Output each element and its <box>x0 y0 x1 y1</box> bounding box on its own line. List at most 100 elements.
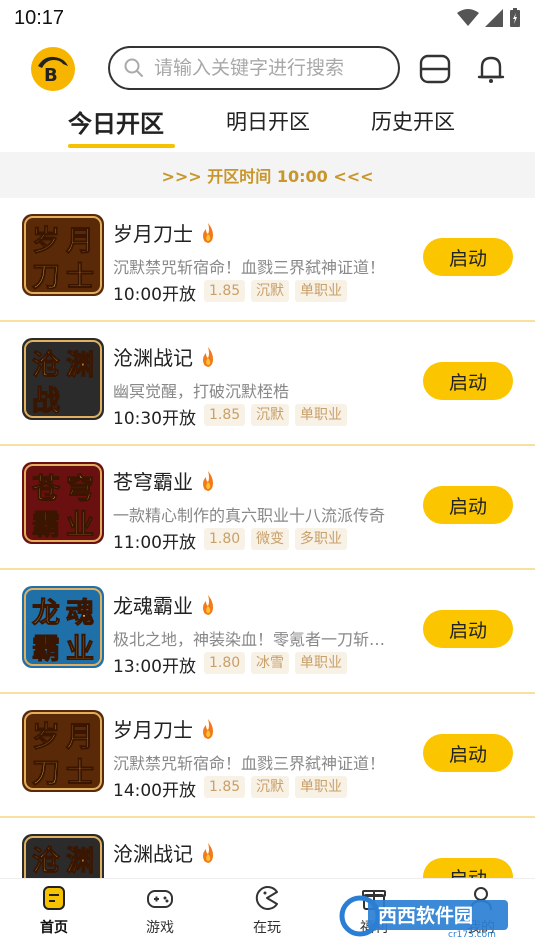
game-icon[interactable]: 岁月刀士 <box>22 214 104 296</box>
game-row[interactable]: 岁月刀士岁月刀士 沉默禁咒斩宿命！血戮三界弑神证道！ 14:00开放 1.85 沉默 单职… <box>0 694 535 818</box>
svg-text:业: 业 <box>66 508 94 541</box>
svg-text:苍: 苍 <box>31 472 61 505</box>
game-name[interactable]: 岁月刀士 <box>113 714 217 743</box>
game-row[interactable]: 苍穹霸业苍穹霸业 一款精心制作的真六职业十八流派传奇 11:00开放 1.80 微变 多职… <box>0 446 535 570</box>
pacman-icon <box>255 886 278 910</box>
nav-home-label: 首页 <box>40 920 68 936</box>
fire-icon <box>203 718 213 739</box>
fire-icon <box>203 594 213 615</box>
game-name-text: 岁月刀士 <box>113 222 193 246</box>
svg-text:霸: 霸 <box>32 508 60 541</box>
game-tag: 1.85 <box>204 776 246 798</box>
game-row[interactable]: 沧渊战沧渊战记幽冥觉醒，打破沉默桎梏14:30开放1.85沉默单职业启动 <box>0 818 535 878</box>
nav-games-label: 游戏 <box>146 920 174 936</box>
wifi-icon <box>457 9 479 26</box>
game-icon[interactable]: 苍穹霸业 <box>22 462 104 544</box>
status-time: 10:17 <box>14 6 65 29</box>
home-icon <box>43 886 65 910</box>
game-row[interactable]: 岁月刀士岁月刀士 沉默禁咒斩宿命！血戮三界弑神证道！ 10:00开放 1.85 沉默 单职… <box>0 198 535 322</box>
bell-icon[interactable] <box>474 52 508 86</box>
status-bar: 10:17 <box>0 0 535 36</box>
svg-text:B: B <box>44 65 58 86</box>
svg-text:刀: 刀 <box>32 756 60 789</box>
open-time-banner: >>> 开区时间 10:00 <<< <box>0 152 535 198</box>
watermark-sub: cr173.com <box>448 930 496 940</box>
start-game-button[interactable]: 启动 <box>423 486 513 524</box>
signal-icon <box>485 9 503 27</box>
svg-text:士: 士 <box>66 756 94 789</box>
watermark-logo: 西西软件园 cr173.com <box>339 895 508 940</box>
svg-text:战: 战 <box>32 384 60 417</box>
svg-text:刀: 刀 <box>32 260 60 293</box>
svg-text:月: 月 <box>65 720 94 753</box>
header: B <box>0 36 535 100</box>
game-description: 沉默禁咒斩宿命！血戮三界弑神证道！ <box>113 258 386 277</box>
game-icon[interactable]: 龙魂霸业 <box>22 586 104 668</box>
tab-history[interactable]: 历史开区 <box>371 106 455 136</box>
svg-text:沧: 沧 <box>32 844 60 877</box>
svg-text:渊: 渊 <box>66 844 94 877</box>
nav-games[interactable]: 游戏 <box>130 885 190 937</box>
game-tag: 微变 <box>251 528 289 550</box>
search-input[interactable] <box>154 57 384 79</box>
tab-tomorrow[interactable]: 明日开区 <box>226 106 310 136</box>
nav-home[interactable]: 首页 <box>24 885 84 937</box>
svg-text:岁: 岁 <box>32 720 60 753</box>
game-tag: 单职业 <box>295 652 347 674</box>
svg-text:月: 月 <box>65 224 94 257</box>
svg-text:魂: 魂 <box>66 596 94 629</box>
svg-text:士: 士 <box>66 260 94 293</box>
fire-icon <box>203 222 213 243</box>
nav-playing-label: 在玩 <box>253 920 281 936</box>
start-game-button[interactable]: 启动 <box>423 362 513 400</box>
game-name-text: 沧渊战记 <box>113 842 193 866</box>
game-name[interactable]: 苍穹霸业 <box>113 466 217 495</box>
active-tab-indicator <box>68 144 175 148</box>
game-description: 幽冥觉醒，打破沉默桎梏 <box>113 382 290 401</box>
game-description: 沉默禁咒斩宿命！血戮三界弑神证道！ <box>113 754 386 773</box>
game-icon[interactable]: 沧渊战 <box>22 834 104 878</box>
nav-playing[interactable]: 在玩 <box>237 885 297 937</box>
app-logo[interactable]: B <box>30 46 76 92</box>
tab-today[interactable]: 今日开区 <box>68 104 164 139</box>
fire-icon <box>203 470 213 491</box>
game-name[interactable]: 沧渊战记 <box>113 838 217 867</box>
search-box[interactable] <box>108 46 400 90</box>
start-game-button[interactable]: 启动 <box>423 858 513 878</box>
open-time: 11:00开放 <box>113 533 196 553</box>
game-icon[interactable]: 岁月刀士 <box>22 710 104 792</box>
game-tag: 单职业 <box>295 776 347 798</box>
game-tag: 1.85 <box>204 404 246 426</box>
game-tag: 多职业 <box>295 528 347 550</box>
fire-icon <box>203 842 213 863</box>
game-tag: 冰雪 <box>251 652 289 674</box>
game-list[interactable]: 岁月刀士岁月刀士 沉默禁咒斩宿命！血戮三界弑神证道！ 10:00开放 1.85 沉默 单职… <box>0 198 535 878</box>
download-manager-icon[interactable] <box>418 52 452 86</box>
svg-text:岁: 岁 <box>32 224 60 257</box>
game-name[interactable]: 岁月刀士 <box>113 218 217 247</box>
game-row[interactable]: 沧渊战沧渊战记 幽冥觉醒，打破沉默桎梏 10:30开放 1.85 沉默 单职业 启动 <box>0 322 535 446</box>
game-tag: 1.80 <box>204 528 246 550</box>
start-game-button[interactable]: 启动 <box>423 734 513 772</box>
game-name[interactable]: 沧渊战记 <box>113 342 217 371</box>
watermark-text: 西西软件园 <box>378 904 473 927</box>
game-tag: 单职业 <box>295 280 347 302</box>
game-description: 一款精心制作的真六职业十八流派传奇 <box>113 506 386 525</box>
open-time: 14:00开放 <box>113 781 196 801</box>
battery-icon <box>510 8 520 27</box>
fire-icon <box>203 346 213 367</box>
start-game-button[interactable]: 启动 <box>423 238 513 276</box>
open-server-tabs: 今日开区 明日开区 历史开区 <box>0 102 535 150</box>
game-name-text: 苍穹霸业 <box>113 470 193 494</box>
game-tag: 沉默 <box>251 404 289 426</box>
game-row[interactable]: 龙魂霸业龙魂霸业 极北之地，神装染血！零氪者一刀斩神！ 13:00开放 1.80 冰雪单… <box>0 570 535 694</box>
svg-text:龙: 龙 <box>32 596 60 629</box>
game-icon[interactable]: 沧渊战 <box>22 338 104 420</box>
start-game-button[interactable]: 启动 <box>423 610 513 648</box>
game-tag: 沉默 <box>251 280 289 302</box>
game-name-text: 岁月刀士 <box>113 718 193 742</box>
game-name[interactable]: 龙魂霸业 <box>113 590 217 619</box>
game-description: 极北之地，神装染血！零氪者一刀斩神！ <box>113 630 398 649</box>
game-tag: 1.85 <box>204 280 246 302</box>
open-time: 13:00开放 <box>113 657 196 677</box>
